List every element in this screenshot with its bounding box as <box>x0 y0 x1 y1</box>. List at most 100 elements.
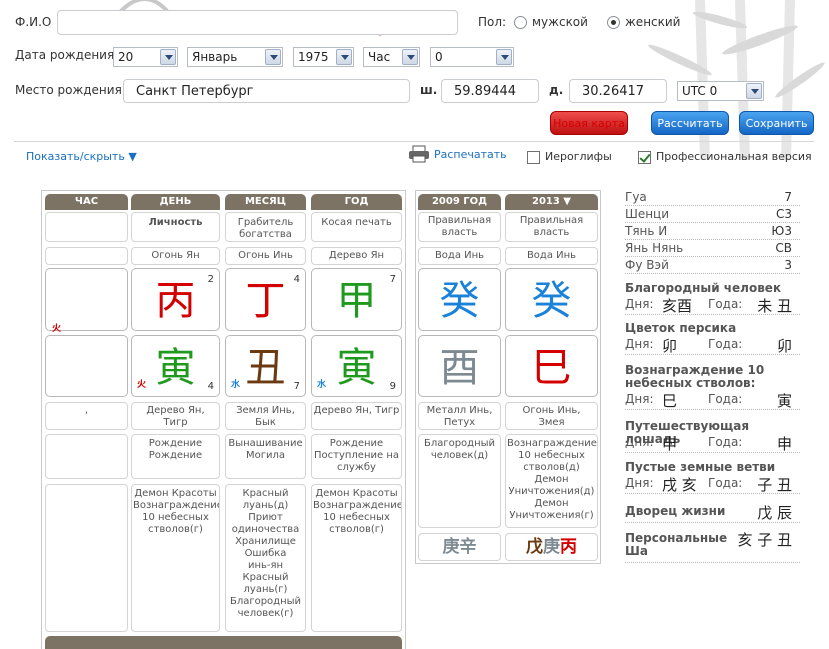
symbolic-stars: Красный луань(д) Приют одиночества Храни… <box>225 484 306 632</box>
year-label: Года: <box>708 392 743 406</box>
luck-hidden-stems: Огонь Инь, Змея <box>505 402 598 430</box>
glyph-pair: 庚辛 <box>442 537 477 557</box>
heavenly-stem-cell[interactable] <box>45 268 128 331</box>
earthly-branch-cell[interactable]: 丑7水 <box>225 335 306 397</box>
new-card-button[interactable]: Новая карта <box>550 111 628 135</box>
divider <box>625 522 800 523</box>
param-label: Шенци <box>625 207 670 221</box>
luck-branch-cell[interactable]: 酉 <box>418 335 501 397</box>
reward-title: Вознаграждение 10 небесных стволов: <box>625 363 765 390</box>
luck-symbolic-stars: Благородный человек(д) <box>418 434 501 528</box>
divider <box>625 493 800 494</box>
luck-element: Вода Инь <box>418 247 501 265</box>
param-value: СВ <box>775 241 792 255</box>
symbolic-stars <box>45 484 128 632</box>
save-button[interactable]: Сохранить <box>739 111 814 135</box>
calculate-button[interactable]: Рассчитать <box>651 111 729 135</box>
pro-version-checkbox[interactable] <box>638 151 651 164</box>
day-value: 20 <box>118 50 134 64</box>
show-hide-link[interactable]: Показать/скрыть ▼ <box>26 150 137 163</box>
life-palace-value: 戊 辰 <box>757 504 792 522</box>
earthly-branch-cell[interactable]: 寅4火 <box>131 335 220 397</box>
pillar-header: МЕСЯЦ <box>225 194 306 210</box>
hour-value: Час <box>368 50 391 64</box>
hieroglyphs-checkbox[interactable] <box>527 151 540 164</box>
pillar-star: Грабитель богатства <box>225 212 306 242</box>
empty-title: Пустые земные ветви <box>625 460 776 474</box>
heavenly-stem-cell[interactable]: 甲7 <box>311 268 402 331</box>
luck-symbolic-stars: Вознаграждение 10 небесных стволов(д) Де… <box>505 434 598 528</box>
year-branches: 申 <box>776 435 792 453</box>
pillar-star: Косая печать <box>311 212 402 242</box>
luck-stem-glyph: 癸 <box>439 278 480 324</box>
year-select[interactable]: 1975 <box>293 47 354 67</box>
hour-element-mark: 火 <box>52 324 62 334</box>
day-select[interactable]: 20 <box>113 47 178 67</box>
branch-element-mark: 水 <box>231 380 241 390</box>
luck-stem-cell[interactable]: 癸 <box>418 268 501 331</box>
param-value: Ю3 <box>771 224 792 238</box>
gender-male-radio[interactable] <box>514 16 527 29</box>
chevron-down-icon <box>746 83 762 99</box>
divider <box>625 205 800 206</box>
pillar-element: Огонь Ян <box>131 247 220 265</box>
stem-glyph: 丙 <box>155 278 196 324</box>
branch-number: 9 <box>389 381 396 392</box>
latitude-label: ш. <box>420 83 438 97</box>
day-label: Дня: <box>625 392 654 406</box>
stem-number: 2 <box>207 274 214 285</box>
divider <box>625 222 800 223</box>
luck-stem-cell[interactable]: 癸 <box>505 268 598 331</box>
birth-place-input[interactable]: Санкт Петербург <box>123 79 410 103</box>
utc-select[interactable]: UTC 0 <box>677 81 764 101</box>
hour-select[interactable]: Час <box>363 47 420 67</box>
pillar-element: Дерево Ян <box>311 247 402 265</box>
hidden-stems: , <box>45 402 128 430</box>
day-label: Дня: <box>625 297 654 311</box>
earthly-branch-cell[interactable]: 寅9水 <box>311 335 402 397</box>
latitude-input[interactable]: 59.89444 <box>441 79 539 103</box>
life-palace-title: Дворец жизни <box>625 504 726 518</box>
fio-input[interactable] <box>57 10 458 35</box>
pillar-header: ЧАС <box>45 194 128 210</box>
symbolic-stars: Демон Красоты Вознаграждение 10 небесных… <box>311 484 402 632</box>
divider <box>625 273 800 274</box>
chevron-down-icon <box>160 49 176 65</box>
stem-number: 7 <box>389 274 396 285</box>
luck-year-select[interactable]: 2013 ▼ <box>505 194 598 210</box>
earthly-branch-cell[interactable] <box>45 335 128 397</box>
divider <box>625 562 800 563</box>
pillar-header: ГОД <box>311 194 402 210</box>
gender-label: Пол: <box>478 15 507 29</box>
longitude-label: д. <box>549 83 564 97</box>
month-value: Январь <box>192 50 238 64</box>
month-select[interactable]: Январь <box>187 47 283 67</box>
branch-number: 7 <box>293 381 300 392</box>
param-value: 3 <box>784 258 792 272</box>
hidden-stems: Дерево Ян, Тигр <box>311 402 402 430</box>
year-label: Года: <box>708 337 743 351</box>
life-stage: Рождение Поступление на службу <box>311 434 402 479</box>
day-label: Дня: <box>625 435 654 449</box>
luck-stem-glyph: 癸 <box>531 278 572 324</box>
printer-icon[interactable] <box>408 145 430 163</box>
minute-select[interactable]: 0 <box>430 47 514 67</box>
longitude-input[interactable]: 30.26417 <box>569 79 667 103</box>
gender-female-radio[interactable] <box>607 16 620 29</box>
luck-branch-glyph: 巳 <box>531 345 572 391</box>
noble-title: Благородный человек <box>625 281 782 295</box>
divider <box>14 141 814 142</box>
luck-branch-cell[interactable]: 巳 <box>505 335 598 397</box>
divider <box>625 452 800 453</box>
year-label: Года: <box>708 297 743 311</box>
heavenly-stem-cell[interactable]: 丙2 <box>131 268 220 331</box>
param-label: Тянь И <box>625 224 668 238</box>
print-link[interactable]: Распечатать <box>434 148 507 161</box>
divider <box>625 239 800 240</box>
param-value: С3 <box>775 207 792 221</box>
pillar-star <box>45 212 128 242</box>
branch-number: 4 <box>207 381 214 392</box>
luck-star: Правильная власть <box>418 212 501 242</box>
luck-hidden-stems: Металл Инь, Петух <box>418 402 501 430</box>
heavenly-stem-cell[interactable]: 丁4 <box>225 268 306 331</box>
